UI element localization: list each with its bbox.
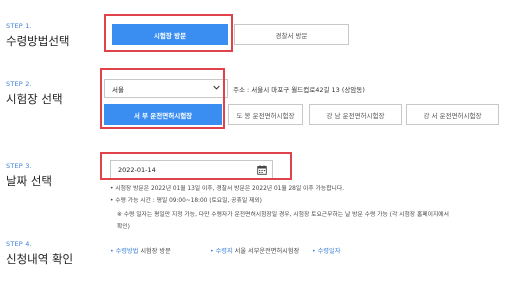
- step1-title: 수령방법선택: [6, 34, 70, 48]
- step4-number: STEP 4.: [6, 240, 32, 248]
- note-saturday: ※ 수령 일자는 평일만 지정 가능, 다만 수령자가 운전면허시험장일 경우,…: [117, 212, 449, 218]
- step3-title: 날짜 선택: [6, 174, 52, 188]
- step1-number: STEP 1.: [6, 22, 32, 30]
- center-gangseo-button[interactable]: 강 서 운전면허시험장: [406, 104, 499, 125]
- step2-number: STEP 2.: [6, 80, 32, 88]
- summary-place-label: • 수령지: [210, 248, 233, 255]
- summary-method-label: • 수령방법: [110, 248, 139, 255]
- note-visit-dates: • 시험장 방문은 2022년 01월 13일 이후, 경찰서 방문은 2022…: [110, 186, 345, 192]
- highlight-step3: [100, 152, 292, 180]
- summary-date-label: • 수령일자: [312, 248, 341, 255]
- highlight-step2: [100, 68, 225, 129]
- note-saturday-cont: 확인): [117, 224, 130, 230]
- center-address: 주소 : 서울시 마포구 월드컵로42길 13 (상암동): [233, 86, 365, 94]
- step2-title: 시험장 선택: [6, 92, 63, 106]
- step3-number: STEP 3.: [6, 162, 32, 170]
- summary-date: • 수령일자: [312, 246, 340, 255]
- summary-place-value: 서울 서부운전면허시험장: [234, 248, 300, 255]
- center-dobong-button[interactable]: 도 봉 운전면허시험장: [228, 104, 303, 125]
- note-pickup-hours: • 수령 가능 시간 : 평일 09:00~18:00 (토요일, 공휴일 제외…: [110, 198, 262, 204]
- summary-place: • 수령지 서울 서부운전면허시험장: [210, 246, 299, 255]
- highlight-step1: [104, 14, 233, 52]
- step4-title: 신청내역 확인: [6, 252, 74, 266]
- center-gangnam-button[interactable]: 강 남 운전면허시험장: [309, 104, 402, 125]
- summary-method-value: 시험장 방문: [140, 248, 171, 255]
- summary-method: • 수령방법 시험장 방문: [110, 246, 171, 255]
- visit-police-station-button[interactable]: 경찰서 방문: [234, 24, 349, 45]
